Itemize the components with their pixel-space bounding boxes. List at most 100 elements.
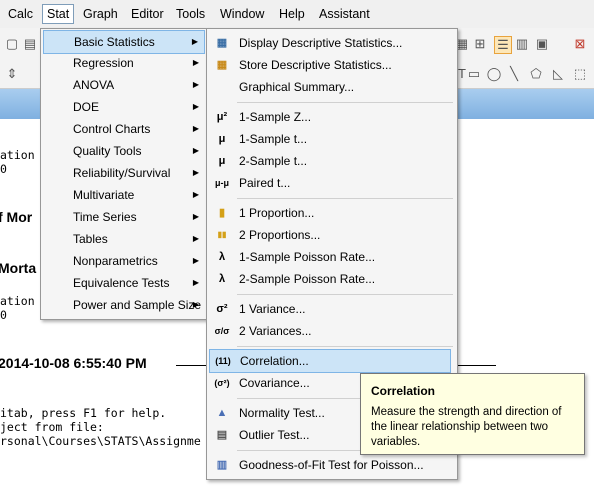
menu-separator <box>237 102 453 103</box>
menu-item-label: Time Series <box>73 210 137 224</box>
lambda-two-icon: λ <box>218 273 226 285</box>
polyline-tool-icon[interactable]: ◺ <box>550 66 566 82</box>
stat-menu-item-control-charts[interactable]: Control Charts ▶ <box>43 118 205 140</box>
submenu-arrow-icon: ▶ <box>192 212 199 221</box>
menu-item-graphical-summary[interactable]: Graphical Summary... <box>209 76 453 98</box>
paste-icon[interactable]: ▤ <box>22 36 38 52</box>
stat-menu-item-reliability-survival[interactable]: Reliability/Survival ▶ <box>43 162 205 184</box>
menu-assistant[interactable]: Assistant <box>315 5 374 23</box>
session-icon[interactable]: ☰ <box>494 36 512 54</box>
menu-item-correlation[interactable]: (11) Correlation... <box>209 349 451 373</box>
session-text: 0 <box>0 308 7 322</box>
session-text: itab, press F1 for help. <box>0 406 167 420</box>
submenu-arrow-icon: ▶ <box>192 124 199 133</box>
menu-help[interactable]: Help <box>275 5 309 23</box>
lambda-icon: λ <box>218 251 226 263</box>
submenu-arrow-icon: ▶ <box>192 278 199 287</box>
stat-menu-item-nonparametrics[interactable]: Nonparametrics ▶ <box>43 250 205 272</box>
menu-item-label: Power and Sample Size <box>73 298 202 312</box>
menu-item-label: 1-Sample t... <box>239 132 308 146</box>
stat-menu-item-power-sample-size[interactable]: Power and Sample Size ▶ <box>43 294 205 316</box>
stat-menu-item-tables[interactable]: Tables ▶ <box>43 228 205 250</box>
menu-item-label: 1-Sample Z... <box>239 110 312 124</box>
covariance-icon: (σ²) <box>214 378 230 388</box>
menu-stat[interactable]: Stat <box>42 4 75 24</box>
ellipse-tool-icon[interactable]: ◯ <box>486 66 502 82</box>
table-icon: ▦ <box>216 37 228 49</box>
stat-menu-item-quality-tools[interactable]: Quality Tools ▶ <box>43 140 205 162</box>
menu-item-label: 1 Proportion... <box>239 206 315 220</box>
proportion-icon: ▮ <box>218 207 226 219</box>
submenu-arrow-icon: ▶ <box>192 146 199 155</box>
menu-graph[interactable]: Graph <box>79 5 122 23</box>
stat-menu-item-multivariate[interactable]: Multivariate ▶ <box>43 184 205 206</box>
stat-menu-item-equivalence-tests[interactable]: Equivalence Tests ▶ <box>43 272 205 294</box>
menu-item-label: Tables <box>73 232 108 246</box>
menu-item-label: ANOVA <box>73 78 115 92</box>
menu-item-display-descriptive[interactable]: ▦ Display Descriptive Statistics... <box>209 32 453 54</box>
menu-tools[interactable]: Tools <box>172 5 209 23</box>
session-text: ject from file: <box>0 420 104 434</box>
session-text: ation <box>0 294 35 308</box>
info-icon[interactable]: ▣ <box>534 36 550 52</box>
menu-item-2-variances[interactable]: σ/σ 2 Variances... <box>209 320 453 342</box>
stat-menu-item-basic-statistics[interactable]: Basic Statistics ▶ <box>43 30 205 54</box>
submenu-arrow-icon: ▶ <box>191 37 198 46</box>
stat-menu-item-regression[interactable]: Regression ▶ <box>43 52 205 74</box>
menu-item-label: Normality Test... <box>239 406 325 420</box>
line-tool-icon[interactable]: ╲ <box>506 66 522 82</box>
menu-calc[interactable]: Calc <box>4 5 37 23</box>
menu-item-1-sample-poisson[interactable]: λ 1-Sample Poisson Rate... <box>209 246 453 268</box>
menu-item-label: Nonparametrics <box>73 254 158 268</box>
marker-tool-icon[interactable]: ⬚ <box>572 66 588 82</box>
arrange-icon[interactable]: ⊞ <box>472 36 488 52</box>
stat-menu-item-anova[interactable]: ANOVA ▶ <box>43 74 205 96</box>
menu-item-2-sample-poisson[interactable]: λ 2-Sample Poisson Rate... <box>209 268 453 290</box>
menu-item-store-descriptive[interactable]: ▦ Store Descriptive Statistics... <box>209 54 453 76</box>
menu-item-1-variance[interactable]: σ² 1 Variance... <box>209 298 453 320</box>
menu-separator <box>237 346 453 347</box>
copy-icon[interactable]: ▢ <box>4 36 20 52</box>
menu-window[interactable]: Window <box>216 5 268 23</box>
menu-separator <box>237 198 453 199</box>
correlation-tooltip: Correlation Measure the strength and dir… <box>360 373 585 455</box>
menu-item-paired-t[interactable]: μ-μ Paired t... <box>209 172 453 194</box>
menu-item-label: 1-Sample Poisson Rate... <box>239 250 376 264</box>
submenu-arrow-icon: ▶ <box>192 300 199 309</box>
sigma-squared-icon: σ² <box>216 303 228 315</box>
correlation-icon: (11) <box>215 356 231 366</box>
rectangle-tool-icon[interactable]: ▭ <box>466 66 482 82</box>
polygon-tool-icon[interactable]: ⬠ <box>528 66 544 82</box>
menu-editor[interactable]: Editor <box>127 5 168 23</box>
menu-item-label: DOE <box>73 100 100 114</box>
menu-item-2-proportions[interactable]: ▮▮ 2 Proportions... <box>209 224 453 246</box>
menu-item-label: Regression <box>73 56 134 70</box>
scroll-icon[interactable]: ⇕ <box>4 66 20 82</box>
mu-minus-mu-icon: μ-μ <box>214 178 229 188</box>
menu-item-label: Equivalence Tests <box>73 276 170 290</box>
tooltip-text: Measure the strength and direction of th… <box>371 406 562 448</box>
session-timestamp: 2014-10-08 6:55:40 PM <box>0 355 147 371</box>
close-all-icon[interactable]: ⊠ <box>572 36 588 52</box>
normality-icon: ▲ <box>216 407 228 419</box>
menu-item-label: Quality Tools <box>73 144 142 158</box>
worksheet-icon[interactable]: ▥ <box>514 36 530 52</box>
session-text: rsonal\Courses\STATS\Assignme <box>0 434 201 448</box>
menu-item-label: Basic Statistics <box>74 35 155 49</box>
menu-item-label: Control Charts <box>73 122 151 136</box>
menu-item-label: Covariance... <box>239 376 310 390</box>
menu-item-label: Correlation... <box>240 354 309 368</box>
mu-icon: μ <box>218 133 226 145</box>
stat-menu-item-time-series[interactable]: Time Series ▶ <box>43 206 205 228</box>
proportions-icon: ▮▮ <box>217 230 227 239</box>
menu-item-1-sample-z[interactable]: μ² 1-Sample Z... <box>209 106 453 128</box>
mu-two-icon: μ <box>218 155 226 167</box>
menu-item-goodness-of-fit-poisson[interactable]: ▥ Goodness-of-Fit Test for Poisson... <box>209 454 453 476</box>
menu-item-2-sample-t[interactable]: μ 2-Sample t... <box>209 150 453 172</box>
menu-item-1-sample-t[interactable]: μ 1-Sample t... <box>209 128 453 150</box>
divider <box>176 365 206 366</box>
stat-menu-item-doe[interactable]: DOE ▶ <box>43 96 205 118</box>
menu-item-label: Reliability/Survival <box>73 166 171 180</box>
menu-item-1-proportion[interactable]: ▮ 1 Proportion... <box>209 202 453 224</box>
submenu-arrow-icon: ▶ <box>192 168 199 177</box>
